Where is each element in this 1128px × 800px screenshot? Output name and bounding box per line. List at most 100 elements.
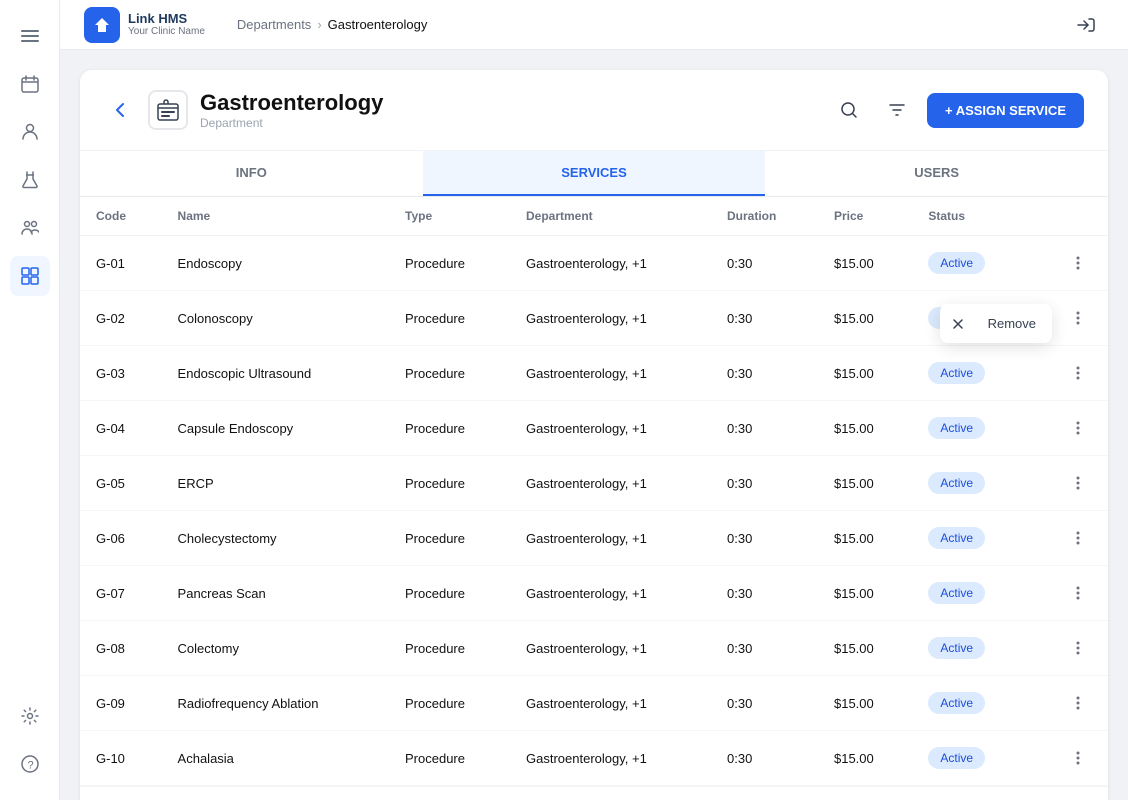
more-options-button[interactable] (1064, 359, 1092, 387)
cell-type: Procedure (389, 346, 510, 401)
cell-name: Endoscopy (162, 236, 389, 291)
cell-actions (1029, 401, 1108, 456)
cell-name: Radiofrequency Ablation (162, 676, 389, 731)
row-actions: Remove (1045, 304, 1092, 332)
cell-type: Procedure (389, 291, 510, 346)
row-actions (1045, 689, 1092, 717)
menu-icon[interactable] (10, 16, 50, 56)
status-badge: Active (928, 252, 985, 274)
cell-price: $15.00 (818, 401, 912, 456)
row-actions (1045, 249, 1092, 277)
col-code: Code (80, 197, 162, 236)
row-actions (1045, 359, 1092, 387)
logout-icon[interactable] (1068, 7, 1104, 43)
context-menu-close[interactable] (946, 312, 970, 336)
lab-icon[interactable] (10, 160, 50, 200)
logo[interactable]: Link HMS Your Clinic Name (84, 7, 205, 43)
cell-type: Procedure (389, 511, 510, 566)
status-badge: Active (928, 362, 985, 384)
table-row: G-10 Achalasia Procedure Gastroenterolog… (80, 731, 1108, 786)
status-badge: Active (928, 582, 985, 604)
cell-department: Gastroenterology, +1 (510, 236, 711, 291)
more-options-button[interactable] (1064, 304, 1092, 332)
cell-type: Procedure (389, 676, 510, 731)
col-type: Type (389, 197, 510, 236)
table-row: G-02 Colonoscopy Procedure Gastroenterol… (80, 291, 1108, 346)
more-options-button[interactable] (1064, 249, 1092, 277)
cell-price: $15.00 (818, 236, 912, 291)
row-actions (1045, 579, 1092, 607)
more-options-button[interactable] (1064, 689, 1092, 717)
row-actions (1045, 524, 1092, 552)
cell-actions (1029, 566, 1108, 621)
more-options-button[interactable] (1064, 579, 1092, 607)
cell-type: Procedure (389, 401, 510, 456)
cell-type: Procedure (389, 236, 510, 291)
search-button[interactable] (831, 92, 867, 128)
department-header: Gastroenterology Department + ASSIGN SER… (80, 70, 1108, 151)
cell-status: Active (912, 346, 1029, 401)
cell-code: G-03 (80, 346, 162, 401)
patient-icon[interactable] (10, 112, 50, 152)
cell-department: Gastroenterology, +1 (510, 291, 711, 346)
more-options-button[interactable] (1064, 414, 1092, 442)
cell-actions (1029, 456, 1108, 511)
row-actions (1045, 744, 1092, 772)
help-icon[interactable]: ? (10, 744, 50, 784)
cell-code: G-07 (80, 566, 162, 621)
more-options-button[interactable] (1064, 744, 1092, 772)
table-row: G-05 ERCP Procedure Gastroenterology, +1… (80, 456, 1108, 511)
cell-type: Procedure (389, 731, 510, 786)
cell-status: Active (912, 401, 1029, 456)
tab-services[interactable]: SERVICES (423, 151, 766, 196)
cell-duration: 0:30 (711, 566, 818, 621)
assign-service-button[interactable]: + ASSIGN SERVICE (927, 93, 1084, 128)
app-tagline: Your Clinic Name (128, 26, 205, 37)
cell-price: $15.00 (818, 566, 912, 621)
tabs: INFO SERVICES USERS (80, 151, 1108, 197)
tab-info[interactable]: INFO (80, 151, 423, 196)
table-footer: Items per page: 10 25 50 1 — 10 of 69 (80, 786, 1108, 800)
cell-name: Endoscopic Ultrasound (162, 346, 389, 401)
cell-name: Pancreas Scan (162, 566, 389, 621)
cell-duration: 0:30 (711, 621, 818, 676)
cell-duration: 0:30 (711, 401, 818, 456)
context-menu: Remove (940, 304, 1052, 343)
cell-code: G-05 (80, 456, 162, 511)
table-row: G-06 Cholecystectomy Procedure Gastroent… (80, 511, 1108, 566)
breadcrumb-parent[interactable]: Departments (237, 17, 311, 32)
cell-status: Active (912, 676, 1029, 731)
cell-department: Gastroenterology, +1 (510, 566, 711, 621)
more-options-button[interactable] (1064, 469, 1092, 497)
breadcrumb-separator: › (317, 17, 321, 32)
sidebar: ? (0, 0, 60, 800)
cell-duration: 0:30 (711, 731, 818, 786)
more-options-button[interactable] (1064, 634, 1092, 662)
table-row: G-04 Capsule Endoscopy Procedure Gastroe… (80, 401, 1108, 456)
cell-code: G-04 (80, 401, 162, 456)
department-title-group: Gastroenterology Department (200, 90, 831, 130)
cell-status: Active (912, 566, 1029, 621)
more-options-button[interactable] (1064, 524, 1092, 552)
topbar: Link HMS Your Clinic Name Departments › … (60, 0, 1128, 50)
team-icon[interactable] (10, 208, 50, 248)
filter-button[interactable] (879, 92, 915, 128)
remove-menu-item[interactable]: Remove (978, 310, 1046, 337)
tab-users[interactable]: USERS (765, 151, 1108, 196)
services-icon[interactable] (10, 256, 50, 296)
status-badge: Active (928, 747, 985, 769)
cell-status: Active (912, 511, 1029, 566)
calendar-icon[interactable] (10, 64, 50, 104)
status-badge: Active (928, 637, 985, 659)
cell-actions (1029, 511, 1108, 566)
cell-code: G-02 (80, 291, 162, 346)
settings-icon[interactable] (10, 696, 50, 736)
cell-duration: 0:30 (711, 346, 818, 401)
cell-duration: 0:30 (711, 676, 818, 731)
cell-name: Colonoscopy (162, 291, 389, 346)
cell-price: $15.00 (818, 676, 912, 731)
cell-price: $15.00 (818, 291, 912, 346)
cell-code: G-10 (80, 731, 162, 786)
services-table-wrap: Code Name Type Department Duration Price… (80, 197, 1108, 786)
back-button[interactable] (104, 94, 136, 126)
